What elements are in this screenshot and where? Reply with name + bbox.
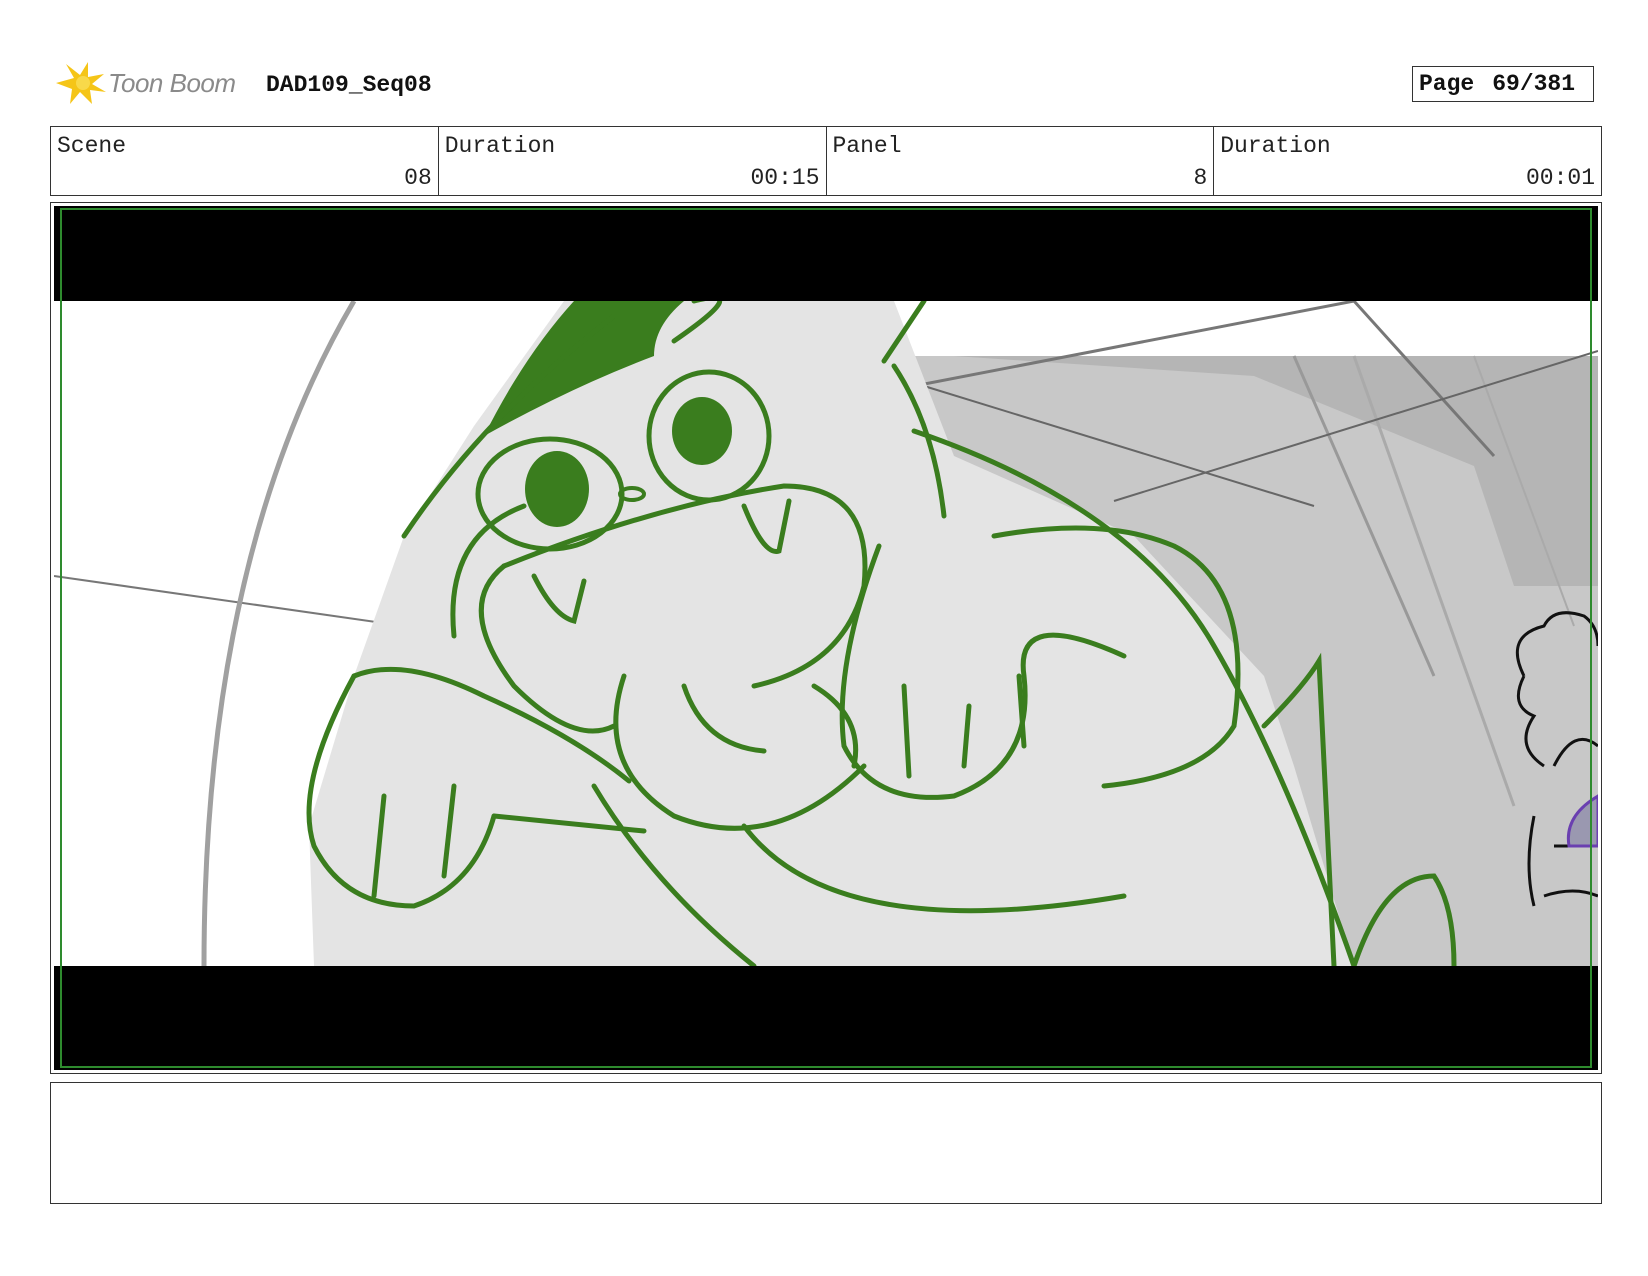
scene-duration-cell: Duration 00:15 — [439, 127, 827, 195]
panel-duration-value: 00:01 — [1525, 165, 1595, 191]
scene-label: Scene — [57, 133, 127, 159]
creature-right-pupil — [672, 397, 732, 465]
page-value: 69/381 — [1492, 71, 1576, 97]
panel-value: 8 — [1193, 165, 1208, 191]
panel-label: Panel — [832, 133, 902, 159]
panel-duration-label: Duration — [1220, 133, 1331, 159]
storyboard-panel-frame — [50, 202, 1602, 1074]
storyboard-drawing — [54, 206, 1598, 1070]
letterbox-bottom — [54, 966, 1598, 1070]
project-title: DAD109_Seq08 — [266, 72, 432, 98]
logo-text: Toon Boom — [108, 68, 236, 98]
scene-value: 08 — [404, 165, 432, 191]
starburst-icon — [56, 62, 106, 104]
scene-duration-value: 00:15 — [750, 165, 820, 191]
panel-info-bar: Scene 08 Duration 00:15 Panel 8 Duration… — [50, 126, 1602, 196]
scene-cell: Scene 08 — [51, 127, 439, 195]
page-label: Page — [1419, 71, 1475, 97]
creature-left-pupil — [525, 451, 589, 527]
scene-duration-label: Duration — [444, 133, 556, 159]
panel-duration-cell: Duration 00:01 — [1214, 127, 1601, 195]
page-counter: Page 69/381 — [1412, 66, 1594, 102]
panel-notes-box[interactable] — [50, 1082, 1602, 1204]
toon-boom-logo: Toon Boom — [52, 58, 252, 108]
letterbox-top — [54, 206, 1598, 301]
page-header: Toon Boom DAD109_Seq08 Page 69/381 — [52, 58, 1602, 108]
panel-cell: Panel 8 — [827, 127, 1215, 195]
